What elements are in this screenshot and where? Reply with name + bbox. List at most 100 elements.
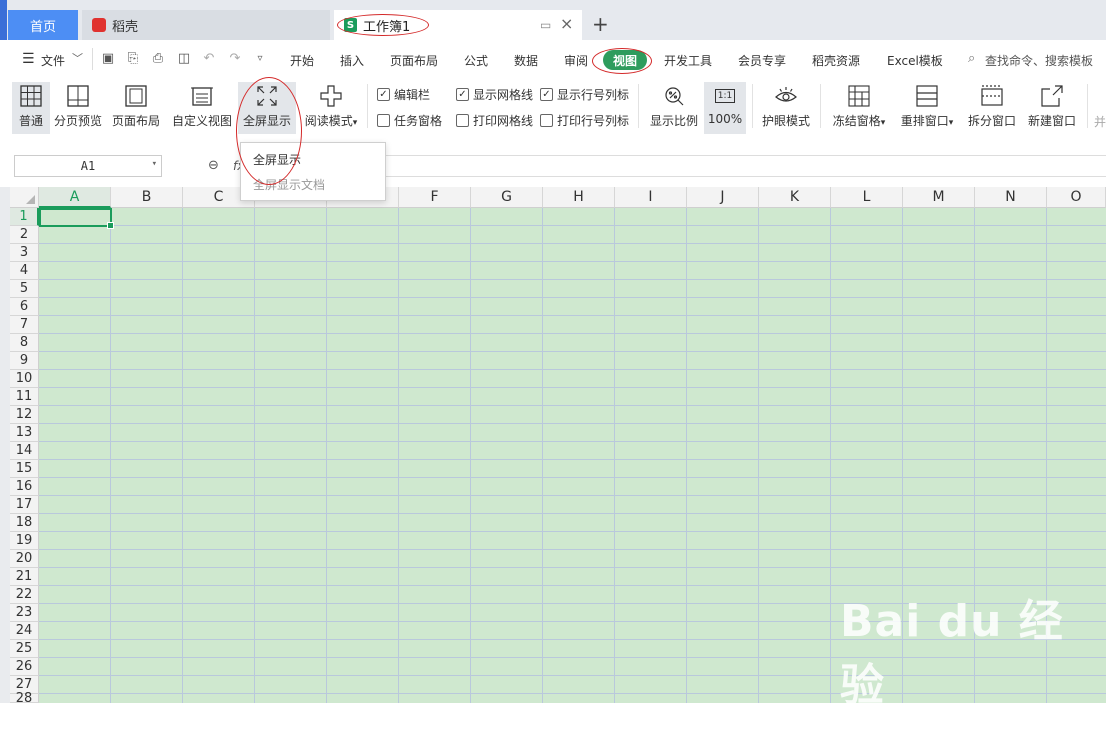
- row-header[interactable]: 10: [10, 370, 39, 388]
- row-header[interactable]: 4: [10, 262, 39, 280]
- row-header[interactable]: 9: [10, 352, 39, 370]
- select-all-corner[interactable]: [10, 187, 39, 208]
- row-header[interactable]: 1: [10, 208, 39, 226]
- column-header[interactable]: B: [111, 187, 183, 208]
- edit-bar-checkbox[interactable]: ✓ 编辑栏: [377, 86, 430, 103]
- menu-view[interactable]: 视图: [603, 50, 647, 70]
- reading-mode-button[interactable]: 阅读模式▾: [300, 82, 362, 134]
- zoom-search-icon[interactable]: ⊖: [208, 158, 219, 173]
- pin-icon[interactable]: ▭: [540, 18, 551, 32]
- file-menu[interactable]: 文件: [41, 52, 65, 69]
- row-header[interactable]: 19: [10, 532, 39, 550]
- print-gridlines-checkbox[interactable]: 打印网格线: [456, 112, 533, 129]
- menu-developer[interactable]: 开发工具: [664, 52, 712, 69]
- row-header[interactable]: 21: [10, 568, 39, 586]
- zoom-ratio-button[interactable]: 显示比例: [648, 82, 700, 134]
- add-tab-button[interactable]: +: [592, 12, 609, 36]
- search-input[interactable]: 查找命令、搜索模板: [985, 52, 1093, 69]
- window-edge: [0, 0, 7, 40]
- row-header[interactable]: 6: [10, 298, 39, 316]
- freeze-panes-label: 冻结窗格: [832, 114, 881, 128]
- eye-icon: [774, 84, 798, 108]
- row-header[interactable]: 25: [10, 640, 39, 658]
- page-layout-button[interactable]: 页面布局: [110, 82, 162, 134]
- menu-home[interactable]: 开始: [290, 52, 314, 69]
- row-header[interactable]: 15: [10, 460, 39, 478]
- row-header[interactable]: 7: [10, 316, 39, 334]
- close-icon[interactable]: ×: [560, 14, 573, 33]
- column-header[interactable]: M: [903, 187, 975, 208]
- show-gridlines-checkbox[interactable]: ✓ 显示网格线: [456, 86, 533, 103]
- row-header[interactable]: 26: [10, 658, 39, 676]
- row-header[interactable]: 18: [10, 514, 39, 532]
- custom-view-button[interactable]: 自定义视图: [170, 82, 234, 134]
- truncated-button-label[interactable]: 并: [1094, 113, 1106, 130]
- save-icon[interactable]: ▣: [100, 50, 116, 66]
- hamburger-icon[interactable]: ☰: [22, 51, 35, 67]
- show-headers-checkbox[interactable]: ✓ 显示行号列标: [540, 86, 629, 103]
- column-header[interactable]: G: [471, 187, 543, 208]
- row-header[interactable]: 5: [10, 280, 39, 298]
- menu-member[interactable]: 会员专享: [738, 52, 786, 69]
- menu-excel-templates[interactable]: Excel模板: [887, 52, 943, 69]
- print-headers-checkbox[interactable]: 打印行号列标: [540, 112, 629, 129]
- menu-data[interactable]: 数据: [514, 52, 538, 69]
- print-icon[interactable]: ⎙: [150, 50, 166, 66]
- more-icon[interactable]: ▿: [252, 50, 268, 66]
- export-pdf-icon[interactable]: ⎘: [125, 50, 141, 66]
- print-preview-icon[interactable]: ◫: [176, 50, 192, 66]
- row-header[interactable]: 22: [10, 586, 39, 604]
- one-to-one-icon: 1:1: [713, 84, 737, 108]
- column-header[interactable]: K: [759, 187, 831, 208]
- row-header[interactable]: 24: [10, 622, 39, 640]
- task-pane-checkbox[interactable]: 任务窗格: [377, 112, 442, 129]
- freeze-panes-button[interactable]: 冻结窗格▾: [828, 82, 890, 134]
- dropdown-item-full-screen[interactable]: 全屏显示: [253, 151, 301, 168]
- menu-insert[interactable]: 插入: [340, 52, 364, 69]
- row-header[interactable]: 11: [10, 388, 39, 406]
- row-header[interactable]: 12: [10, 406, 39, 424]
- normal-view-button[interactable]: 普通: [12, 82, 50, 134]
- row-header[interactable]: 17: [10, 496, 39, 514]
- tab-docer[interactable]: 稻壳: [82, 10, 330, 40]
- column-header[interactable]: L: [831, 187, 903, 208]
- divider: [752, 84, 753, 128]
- menu-page-layout[interactable]: 页面布局: [390, 52, 438, 69]
- redo-icon[interactable]: ↷: [227, 50, 243, 66]
- arrange-windows-button[interactable]: 重排窗口▾: [896, 82, 958, 134]
- tab-home[interactable]: 首页: [8, 10, 78, 40]
- row-header[interactable]: 20: [10, 550, 39, 568]
- page-break-preview-button[interactable]: 分页预览: [52, 82, 104, 134]
- column-header[interactable]: O: [1047, 187, 1106, 208]
- row-header[interactable]: 23: [10, 604, 39, 622]
- split-window-button[interactable]: 拆分窗口: [966, 82, 1018, 134]
- menu-review[interactable]: 审阅: [564, 52, 588, 69]
- row-header[interactable]: 13: [10, 424, 39, 442]
- chevron-down-icon[interactable]: ▾: [152, 159, 157, 169]
- eye-mode-button[interactable]: 护眼模式: [760, 82, 812, 134]
- column-header[interactable]: J: [687, 187, 759, 208]
- active-cell[interactable]: [39, 208, 114, 229]
- column-header[interactable]: N: [975, 187, 1047, 208]
- row-header[interactable]: 3: [10, 244, 39, 262]
- column-header[interactable]: I: [615, 187, 687, 208]
- full-screen-button[interactable]: 全屏显示: [238, 82, 296, 134]
- row-header[interactable]: 14: [10, 442, 39, 460]
- column-header[interactable]: H: [543, 187, 615, 208]
- zoom-100-button[interactable]: 1:1 100%: [704, 82, 746, 134]
- name-box[interactable]: A1 ▾: [14, 155, 162, 177]
- chevron-down-icon[interactable]: ﹀: [72, 50, 83, 66]
- row-header[interactable]: 2: [10, 226, 39, 244]
- tab-workbook[interactable]: S 工作簿1 ▭ ×: [334, 10, 582, 40]
- new-window-button[interactable]: 新建窗口: [1026, 82, 1078, 134]
- menu-docer-resources[interactable]: 稻壳资源: [812, 52, 860, 69]
- dropdown-item-full-screen-document[interactable]: 全屏显示文档: [253, 176, 325, 193]
- row-header[interactable]: 16: [10, 478, 39, 496]
- split-window-label: 拆分窗口: [967, 114, 1016, 128]
- row-header[interactable]: 28: [10, 691, 39, 706]
- column-header[interactable]: A: [39, 187, 111, 208]
- row-header[interactable]: 8: [10, 334, 39, 352]
- undo-icon[interactable]: ↶: [201, 50, 217, 66]
- menu-formula[interactable]: 公式: [464, 52, 488, 69]
- column-header[interactable]: F: [399, 187, 471, 208]
